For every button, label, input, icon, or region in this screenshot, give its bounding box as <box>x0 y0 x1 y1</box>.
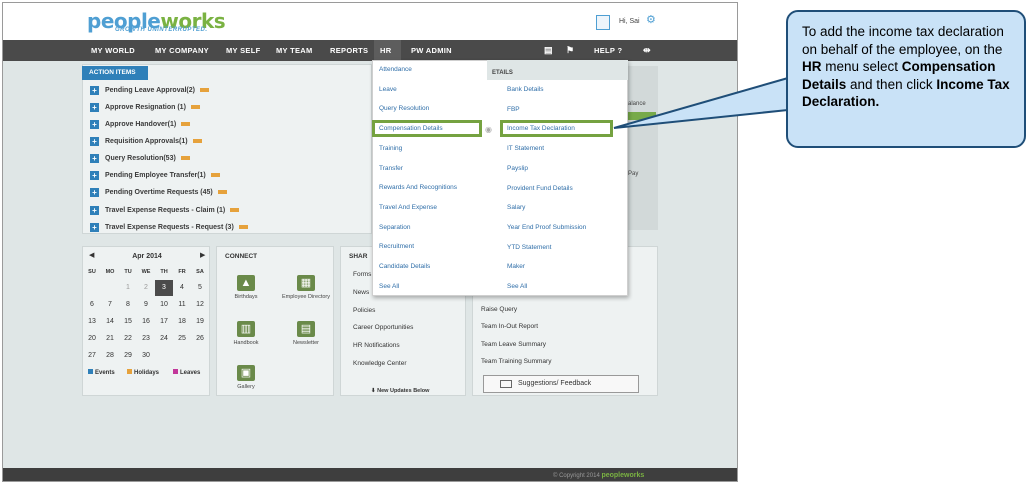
instruction-callout: To add the income tax declaration on beh… <box>786 10 1026 148</box>
